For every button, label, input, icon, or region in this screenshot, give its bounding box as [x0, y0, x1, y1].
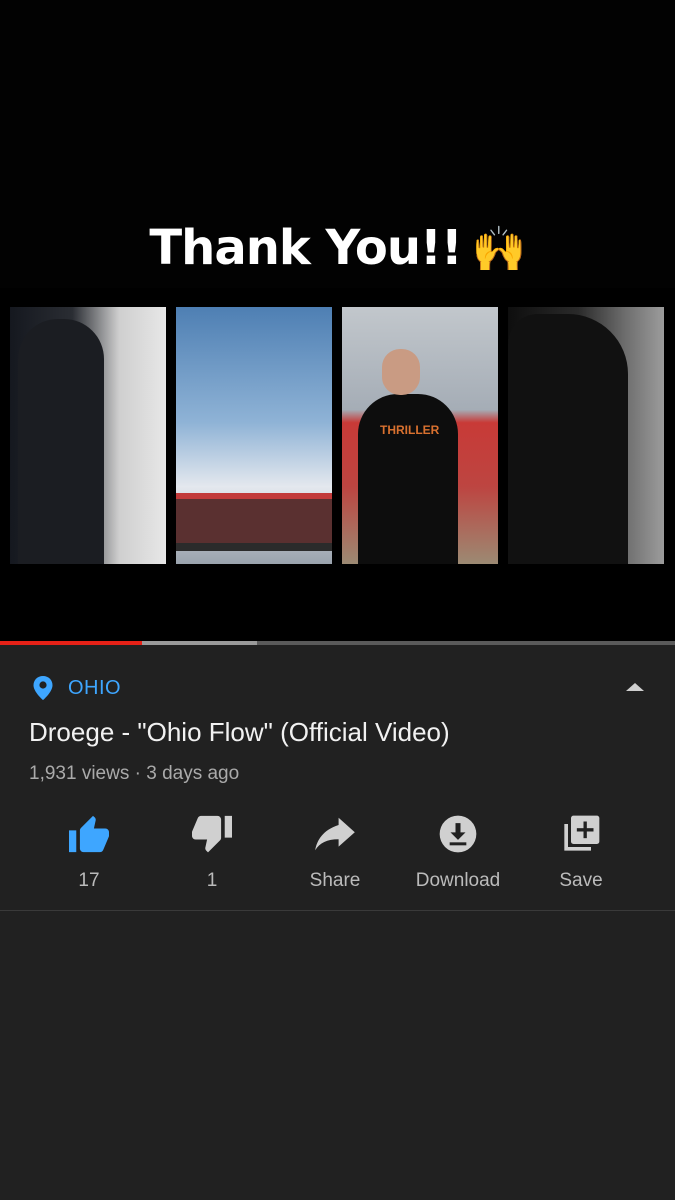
red-bridge: [176, 493, 332, 551]
download-icon: [439, 815, 477, 853]
thank-you-overlay: Thank You!! 🙌: [0, 220, 675, 276]
video-player[interactable]: THRILLER: [0, 288, 675, 641]
video-frame-panel-2: [176, 307, 332, 564]
share-button[interactable]: Share: [280, 812, 390, 892]
thumbs-up-icon: [69, 815, 109, 853]
dislike-button[interactable]: 1: [157, 812, 267, 892]
video-frame-panel-4: [508, 307, 664, 564]
save-button[interactable]: Save: [526, 812, 636, 892]
share-label: Share: [309, 870, 361, 891]
thank-you-text: Thank You!!: [149, 220, 462, 276]
story-top-area: Thank You!! 🙌: [0, 0, 675, 288]
section-divider: [0, 910, 675, 911]
artist-figure: [358, 394, 458, 564]
save-label: Save: [559, 870, 603, 891]
raised-hands-emoji: 🙌: [471, 224, 527, 275]
download-button[interactable]: Download: [403, 812, 513, 892]
share-arrow-icon: [315, 817, 355, 851]
video-title: Droege - "Ohio Flow" (Official Video): [29, 717, 450, 747]
action-bar: 17 1 Share Download Save: [29, 812, 619, 892]
location-pin-icon: [33, 676, 53, 700]
collapse-chevron-icon[interactable]: [617, 677, 653, 697]
download-label: Download: [415, 870, 501, 891]
shirt-print: THRILLER: [380, 423, 440, 437]
fountain-statue: [508, 314, 628, 564]
like-count: 17: [78, 870, 100, 891]
dislike-count: 1: [206, 870, 218, 891]
location-label: OHIO: [68, 676, 122, 699]
artist-head: [382, 349, 420, 395]
figure-silhouette: [18, 319, 104, 564]
like-button[interactable]: 17: [34, 812, 144, 892]
add-to-playlist-icon: [564, 815, 600, 851]
video-frame-panel-1: [10, 307, 166, 564]
thumbs-down-icon: [192, 815, 232, 853]
video-info-panel: OHIO Droege - "Ohio Flow" (Official Vide…: [0, 645, 675, 1200]
location-link[interactable]: OHIO: [32, 675, 121, 701]
video-meta: 1,931 views · 3 days ago: [29, 763, 240, 784]
video-frame-panel-3: THRILLER: [342, 307, 498, 564]
